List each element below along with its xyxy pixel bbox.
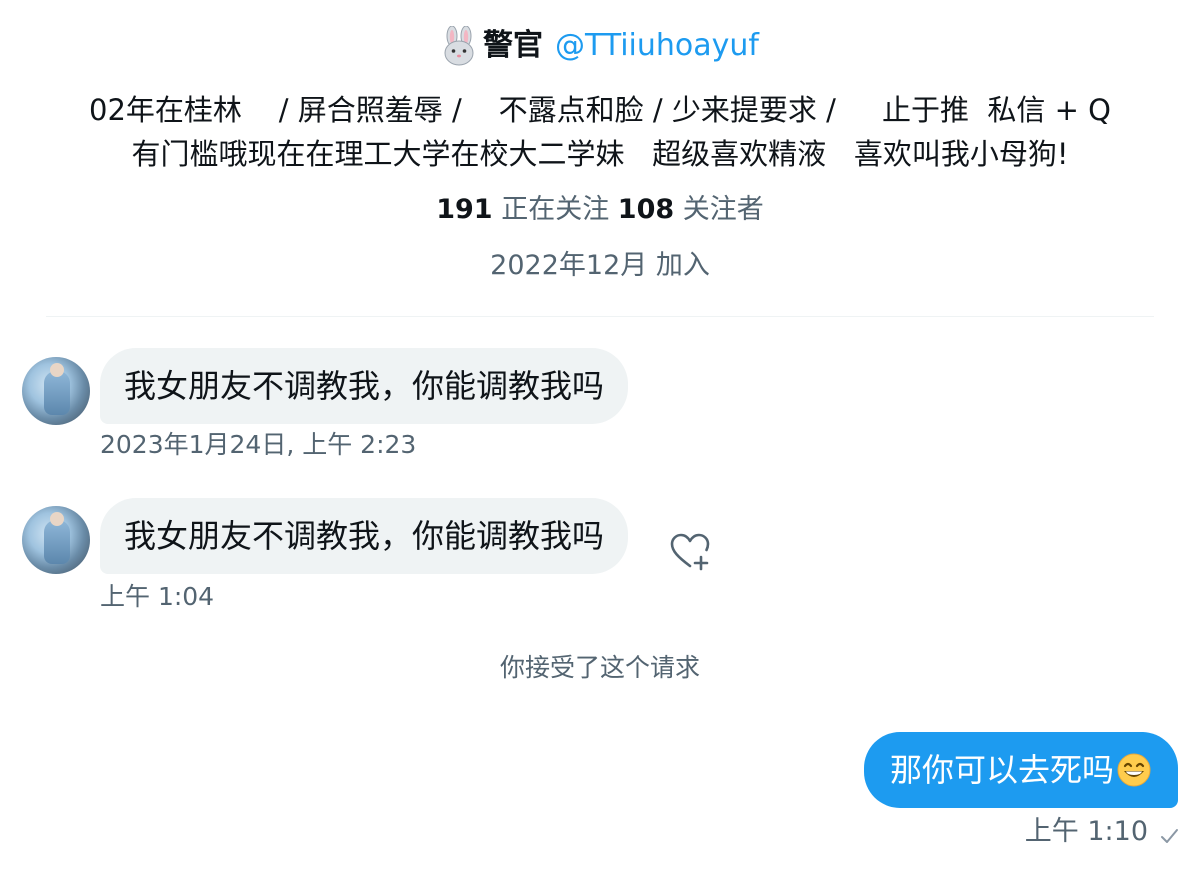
avatar-figure: [44, 371, 70, 415]
heart-plus-icon[interactable]: [668, 530, 712, 574]
rabbit-face-icon: [441, 25, 477, 66]
following-label: 正在关注: [501, 194, 610, 225]
followers-count: 108: [617, 194, 675, 225]
avatar-head: [50, 512, 64, 526]
followers-stat[interactable]: 108 关注者: [618, 194, 764, 225]
user-handle[interactable]: @TTiiuhoayuf: [555, 24, 759, 68]
outgoing-message-bubble[interactable]: 那你可以去死吗: [863, 732, 1178, 808]
message-bubble[interactable]: 我女朋友不调教我，你能调教我吗: [100, 348, 629, 424]
message-bubble[interactable]: 我女朋友不调教我，你能调教我吗: [100, 498, 629, 574]
following-stat[interactable]: 191 正在关注: [436, 194, 609, 225]
avatar-figure: [44, 520, 70, 564]
avatar[interactable]: [22, 506, 90, 574]
follow-stats: 191 正在关注 108 关注者: [0, 190, 1200, 230]
avatar-head: [50, 363, 64, 377]
bio-line: 有门槛哦现在在理工大学在校大二学妹 超级喜欢精液 喜欢叫我小母狗!: [131, 137, 1069, 171]
profile-name-row[interactable]: 警官 @TTiiuhoayuf: [0, 24, 1200, 68]
joined-date: 2022年12月 加入: [490, 250, 710, 281]
display-name: 警官: [483, 28, 544, 63]
outgoing-message-text: 那你可以去死吗: [889, 751, 1114, 789]
grinning-face-icon: [1116, 752, 1152, 788]
bio-line: 02年在桂林 / 屏合照羞辱 / 不露点和脸 / 少来提要求 / 止于推 私信 …: [89, 93, 1111, 127]
outgoing-timestamp: 上午 1:10: [1024, 816, 1148, 847]
request-accepted-notice: 你接受了这个请求: [499, 653, 700, 682]
checkmark-icon: [1158, 821, 1180, 843]
followers-label: 关注者: [682, 194, 764, 225]
divider: [46, 316, 1154, 317]
avatar[interactable]: [22, 357, 90, 425]
outgoing-timestamp-row: 上午 1:10: [1025, 814, 1180, 850]
message-timestamp: 2023年1月24日, 上午 2:23: [100, 430, 417, 459]
following-count: 191: [436, 194, 493, 225]
message-timestamp: 上午 1:04: [100, 582, 215, 611]
profile-bio: 02年在桂林 / 屏合照羞辱 / 不露点和脸 / 少来提要求 / 止于推 私信 …: [20, 88, 1180, 176]
